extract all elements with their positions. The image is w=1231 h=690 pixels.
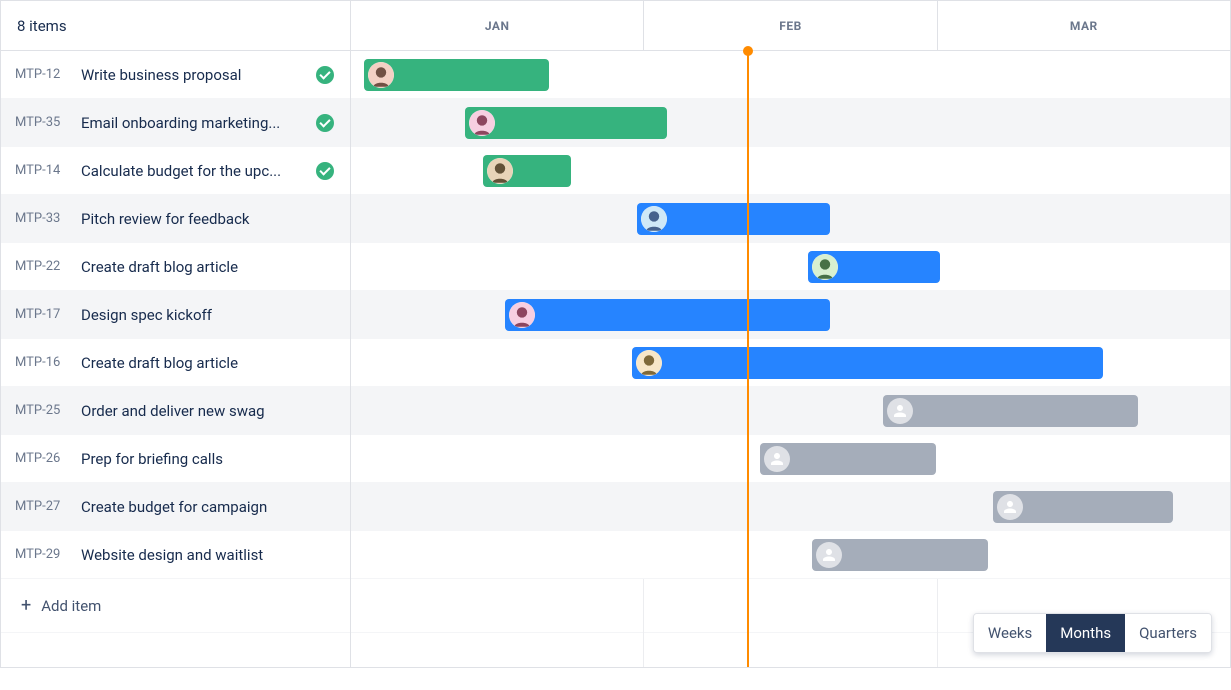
unassigned-avatar-icon[interactable] bbox=[764, 446, 790, 472]
timeline-bar[interactable] bbox=[637, 203, 830, 235]
issue-key[interactable]: MTP-14 bbox=[15, 163, 71, 178]
timeline-row bbox=[351, 339, 1230, 387]
task-row[interactable]: MTP-12 Write business proposal bbox=[1, 51, 350, 99]
task-row[interactable]: MTP-35 Email onboarding marketing... bbox=[1, 99, 350, 147]
timeline-header: JANFEBMAR bbox=[351, 1, 1230, 51]
timeline-body bbox=[351, 51, 1230, 667]
issue-key[interactable]: MTP-26 bbox=[15, 451, 71, 466]
issue-title[interactable]: Pitch review for feedback bbox=[81, 210, 334, 228]
task-row[interactable]: MTP-26 Prep for briefing calls bbox=[1, 435, 350, 483]
status-done-icon bbox=[316, 66, 334, 84]
items-count-label: 8 items bbox=[1, 1, 350, 51]
assignee-avatar[interactable] bbox=[641, 206, 667, 232]
timeline-row bbox=[351, 291, 1230, 339]
status-done-icon bbox=[316, 114, 334, 132]
timeline-bar[interactable] bbox=[993, 491, 1173, 523]
task-row[interactable]: MTP-22 Create draft blog article bbox=[1, 243, 350, 291]
task-row[interactable]: MTP-16 Create draft blog article bbox=[1, 339, 350, 387]
assignee-avatar[interactable] bbox=[812, 254, 838, 280]
task-row[interactable]: MTP-17 Design spec kickoff bbox=[1, 291, 350, 339]
timeline-row bbox=[351, 531, 1230, 579]
assignee-avatar[interactable] bbox=[469, 110, 495, 136]
assignee-avatar[interactable] bbox=[368, 62, 394, 88]
add-item-button[interactable]: + Add item bbox=[1, 579, 350, 633]
issue-title[interactable]: Create draft blog article bbox=[81, 258, 334, 276]
issue-title[interactable]: Write business proposal bbox=[81, 66, 306, 84]
timeline-bar[interactable] bbox=[812, 539, 988, 571]
issue-key[interactable]: MTP-22 bbox=[15, 259, 71, 274]
timeline-bar[interactable] bbox=[760, 443, 936, 475]
issue-key[interactable]: MTP-33 bbox=[15, 211, 71, 226]
status-done-icon bbox=[316, 162, 334, 180]
timeline-row bbox=[351, 483, 1230, 531]
zoom-months-button[interactable]: Months bbox=[1046, 614, 1125, 652]
timeline-bar[interactable] bbox=[883, 395, 1138, 427]
task-row[interactable]: MTP-14 Calculate budget for the upc... bbox=[1, 147, 350, 195]
issue-key[interactable]: MTP-17 bbox=[15, 307, 71, 322]
timeline-bar[interactable] bbox=[632, 347, 1102, 379]
add-item-label: Add item bbox=[41, 597, 101, 615]
issue-title[interactable]: Design spec kickoff bbox=[81, 306, 334, 324]
issue-key[interactable]: MTP-35 bbox=[15, 115, 71, 130]
timeline-row bbox=[351, 51, 1230, 99]
issue-title[interactable]: Calculate budget for the upc... bbox=[81, 162, 306, 180]
issue-key[interactable]: MTP-29 bbox=[15, 547, 71, 562]
task-row[interactable]: MTP-33 Pitch review for feedback bbox=[1, 195, 350, 243]
issue-title[interactable]: Website design and waitlist bbox=[81, 546, 334, 564]
issue-key[interactable]: MTP-27 bbox=[15, 499, 71, 514]
plus-icon: + bbox=[21, 597, 31, 615]
unassigned-avatar-icon[interactable] bbox=[816, 542, 842, 568]
assignee-avatar[interactable] bbox=[509, 302, 535, 328]
issue-title[interactable]: Email onboarding marketing... bbox=[81, 114, 306, 132]
task-row[interactable]: MTP-29 Website design and waitlist bbox=[1, 531, 350, 579]
timeline-row bbox=[351, 147, 1230, 195]
issue-key[interactable]: MTP-25 bbox=[15, 403, 71, 418]
zoom-weeks-button[interactable]: Weeks bbox=[974, 614, 1046, 652]
timeline-bar[interactable] bbox=[483, 155, 571, 187]
issue-title[interactable]: Create budget for campaign bbox=[81, 498, 334, 516]
month-header-mar: MAR bbox=[938, 1, 1230, 50]
zoom-quarters-button[interactable]: Quarters bbox=[1125, 614, 1211, 652]
issue-title[interactable]: Prep for briefing calls bbox=[81, 450, 334, 468]
timeline-bar[interactable] bbox=[505, 299, 830, 331]
issue-key[interactable]: MTP-12 bbox=[15, 67, 71, 82]
timeline-row bbox=[351, 387, 1230, 435]
gantt-app: 8 items MTP-12Write business proposalMTP… bbox=[0, 0, 1231, 668]
month-header-jan: JAN bbox=[351, 1, 644, 50]
timeline-row bbox=[351, 195, 1230, 243]
task-row[interactable]: MTP-27 Create budget for campaign bbox=[1, 483, 350, 531]
issue-key[interactable]: MTP-16 bbox=[15, 355, 71, 370]
assignee-avatar[interactable] bbox=[487, 158, 513, 184]
assignee-avatar[interactable] bbox=[636, 350, 662, 376]
timeline-row bbox=[351, 435, 1230, 483]
timeline-row bbox=[351, 243, 1230, 291]
unassigned-avatar-icon[interactable] bbox=[997, 494, 1023, 520]
issue-title[interactable]: Order and deliver new swag bbox=[81, 402, 334, 420]
issue-title[interactable]: Create draft blog article bbox=[81, 354, 334, 372]
timeline-row bbox=[351, 99, 1230, 147]
timeline-panel: JANFEBMAR WeeksMonthsQuarters bbox=[351, 1, 1230, 667]
task-row[interactable]: MTP-25 Order and deliver new swag bbox=[1, 387, 350, 435]
timeline-bar[interactable] bbox=[364, 59, 549, 91]
unassigned-avatar-icon[interactable] bbox=[887, 398, 913, 424]
timeline-bar[interactable] bbox=[465, 107, 667, 139]
timeline-bar[interactable] bbox=[808, 251, 940, 283]
month-header-feb: FEB bbox=[644, 1, 937, 50]
task-list-panel: 8 items MTP-12Write business proposalMTP… bbox=[1, 1, 351, 667]
zoom-switcher: WeeksMonthsQuarters bbox=[973, 613, 1212, 653]
